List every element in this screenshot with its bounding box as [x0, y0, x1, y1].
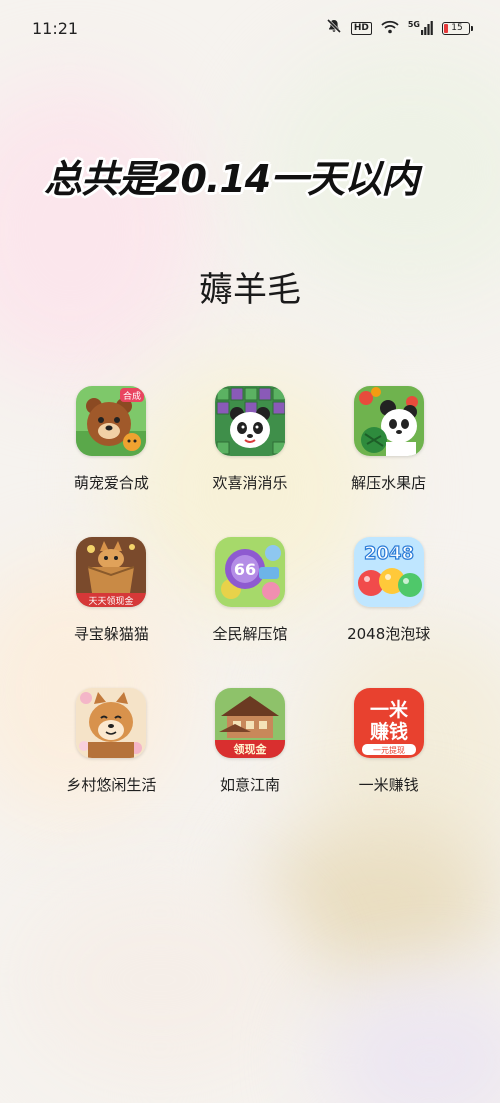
badge-line-1: 一米: [370, 698, 409, 721]
folder-title[interactable]: 薅羊毛: [0, 262, 500, 311]
mute-icon: [326, 18, 342, 38]
badge-text: 合成: [123, 390, 141, 402]
app-label: 乡村悠闲生活: [66, 776, 157, 794]
status-bar: 11:21 HD 5G 15: [0, 0, 500, 56]
bear-icon[interactable]: 合成: [76, 386, 147, 456]
battery-level: 15: [451, 23, 463, 33]
battery-icon: 15: [442, 21, 473, 35]
app-yi-mi-zhuan-qian[interactable]: 一米 赚钱 一元提现 一米赚钱: [319, 688, 458, 795]
badge-text: 领现金: [232, 742, 267, 756]
wifi-icon: [381, 19, 399, 38]
app-quan-min-jie-ya-guan[interactable]: 66 全民解压馆: [181, 537, 320, 644]
overlay-caption: 总共是20.14一天以内: [44, 157, 419, 201]
cat-box-icon[interactable]: 天天领现金: [76, 537, 147, 607]
app-label: 解压水果店: [351, 474, 427, 492]
app-xiang-cun-you-xian-sheng-huo[interactable]: 乡村悠闲生活: [42, 688, 181, 795]
dog-icon[interactable]: [76, 688, 147, 758]
panda-fruit-icon[interactable]: [353, 386, 424, 456]
signal-5g-icon: 5G: [408, 21, 433, 35]
app-jie-ya-shui-guo-dian[interactable]: 解压水果店: [319, 386, 458, 493]
app-grid: 合成 萌宠爱合成 欢喜消消乐 解压水果店 天天领现金 寻宝躲猫猫 66 全民解压…: [42, 386, 458, 795]
badge-text: 2048: [364, 543, 414, 564]
app-label: 2048泡泡球: [347, 625, 431, 643]
coin-text-icon[interactable]: 一米 赚钱 一元提现: [353, 688, 424, 758]
bubble-balls-icon[interactable]: 2048: [353, 537, 424, 607]
app-meng-chong-ai-he-cheng[interactable]: 合成 萌宠爱合成: [42, 386, 181, 493]
badge-text: 66: [234, 560, 256, 579]
badge-text: 天天领现金: [89, 595, 134, 607]
app-huan-xi-xiao-xiao-le[interactable]: 欢喜消消乐: [181, 386, 320, 493]
house-icon[interactable]: 领现金: [214, 688, 285, 758]
status-icons: HD 5G 15: [326, 18, 473, 38]
panda-blocks-icon[interactable]: [214, 386, 285, 456]
hd-badge: HD: [350, 21, 372, 35]
app-ru-yi-jiang-nan[interactable]: 领现金 如意江南: [181, 688, 320, 795]
app-label: 寻宝躲猫猫: [73, 625, 149, 643]
app-label: 全民解压馆: [212, 625, 288, 643]
app-2048-pao-pao-qiu[interactable]: 2048 2048泡泡球: [319, 537, 458, 644]
status-time: 11:21: [32, 18, 79, 38]
app-label: 一米赚钱: [358, 776, 419, 794]
app-label: 萌宠爱合成: [73, 474, 149, 492]
badge-line-2: 赚钱: [369, 720, 408, 743]
bubble-66-icon[interactable]: 66: [214, 537, 285, 607]
badge-sub: 一元提现: [373, 745, 405, 755]
app-label: 如意江南: [219, 776, 280, 794]
app-xun-bao-duo-mao-mao[interactable]: 天天领现金 寻宝躲猫猫: [42, 537, 181, 644]
app-label: 欢喜消消乐: [212, 474, 288, 492]
